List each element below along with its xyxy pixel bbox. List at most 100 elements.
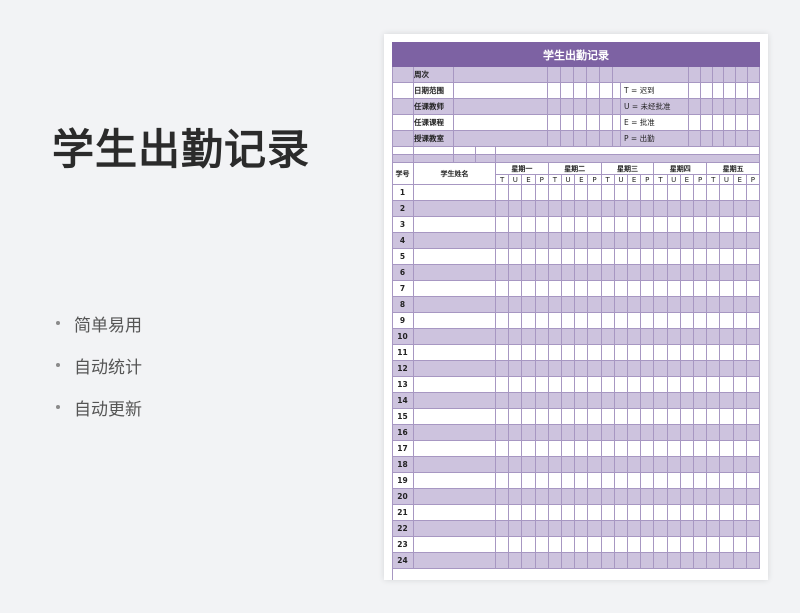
attendance-cell [496,393,510,409]
info-cell [724,99,737,115]
attendance-cell [746,537,760,553]
attendance-cell [588,201,602,217]
attendance-cell [548,329,562,345]
feature-item: 自动更新 [56,396,142,420]
info-cell [712,99,725,115]
info-value-field [454,115,548,131]
feature-label: 自动统计 [74,357,142,378]
attendance-cell [680,425,694,441]
attendance-cell [641,329,655,345]
attendance-cell [694,441,708,457]
feature-item: 自动统计 [56,354,142,378]
attendance-cell [667,457,681,473]
info-cell [600,115,613,131]
attendance-cell [680,297,694,313]
attendance-cell [641,265,655,281]
attendance-cell [509,393,523,409]
attendance-cell [694,345,708,361]
attendance-cell [746,265,760,281]
attendance-cell [667,553,681,569]
attendance-cell [562,329,576,345]
info-cell [724,115,737,131]
info-spacer [392,99,414,115]
attendance-cell [667,345,681,361]
info-cell [600,67,613,83]
row-number: 15 [392,409,414,425]
student-name-cell [414,313,496,329]
attendance-cell [614,505,628,521]
attendance-cell [694,505,708,521]
attendance-cell [641,473,655,489]
info-cell [548,131,561,147]
attendance-cell [522,489,536,505]
attendance-cell [522,201,536,217]
attendance-cell [733,377,747,393]
column-header-student-id: 学号 [392,163,414,185]
column-header-day: 星期三 [601,163,655,175]
attendance-cell [575,505,589,521]
attendance-cell [720,185,734,201]
attendance-cell [667,473,681,489]
attendance-cell [535,201,549,217]
attendance-cell [614,217,628,233]
attendance-cell [588,233,602,249]
info-cell [700,67,713,83]
info-spacer [392,115,414,131]
attendance-cell [680,393,694,409]
attendance-cell [680,553,694,569]
attendance-cell [496,201,510,217]
attendance-cell [628,489,642,505]
attendance-cell [575,201,589,217]
attendance-cell [680,345,694,361]
attendance-cell [628,249,642,265]
info-value-field [454,83,548,99]
attendance-cell [522,329,536,345]
row-number: 5 [392,249,414,265]
attendance-cell [707,489,721,505]
attendance-cell [707,345,721,361]
info-spacer [392,131,414,147]
attendance-cell [641,233,655,249]
info-cell [574,67,587,83]
attendance-cell [509,313,523,329]
attendance-cell [641,185,655,201]
attendance-cell [680,281,694,297]
attendance-cell [733,505,747,521]
attendance-cell [522,425,536,441]
row-number: 7 [392,281,414,297]
attendance-cell [548,553,562,569]
attendance-cell [588,281,602,297]
info-cell [561,131,574,147]
info-cell [724,67,737,83]
attendance-cell [733,361,747,377]
info-label: 任课教师 [414,99,454,115]
attendance-cell [694,425,708,441]
info-cell [600,131,613,147]
attendance-cell [628,361,642,377]
attendance-cell [707,521,721,537]
attendance-cell [575,409,589,425]
attendance-cell [601,233,615,249]
attendance-cell [601,505,615,521]
attendance-cell [641,521,655,537]
attendance-cell [548,185,562,201]
attendance-cell [733,249,747,265]
attendance-cell [496,441,510,457]
attendance-cell [535,249,549,265]
attendance-cell [496,217,510,233]
attendance-cell [601,313,615,329]
attendance-cell [562,377,576,393]
attendance-cell [575,521,589,537]
attendance-cell [746,201,760,217]
row-number: 13 [392,377,414,393]
attendance-cell [496,553,510,569]
attendance-cell [575,297,589,313]
attendance-cell [562,489,576,505]
attendance-cell [535,361,549,377]
attendance-cell [641,489,655,505]
attendance-cell [614,249,628,265]
attendance-cell [509,361,523,377]
status-code-header: P [641,175,655,185]
attendance-cell [562,473,576,489]
attendance-cell [601,457,615,473]
